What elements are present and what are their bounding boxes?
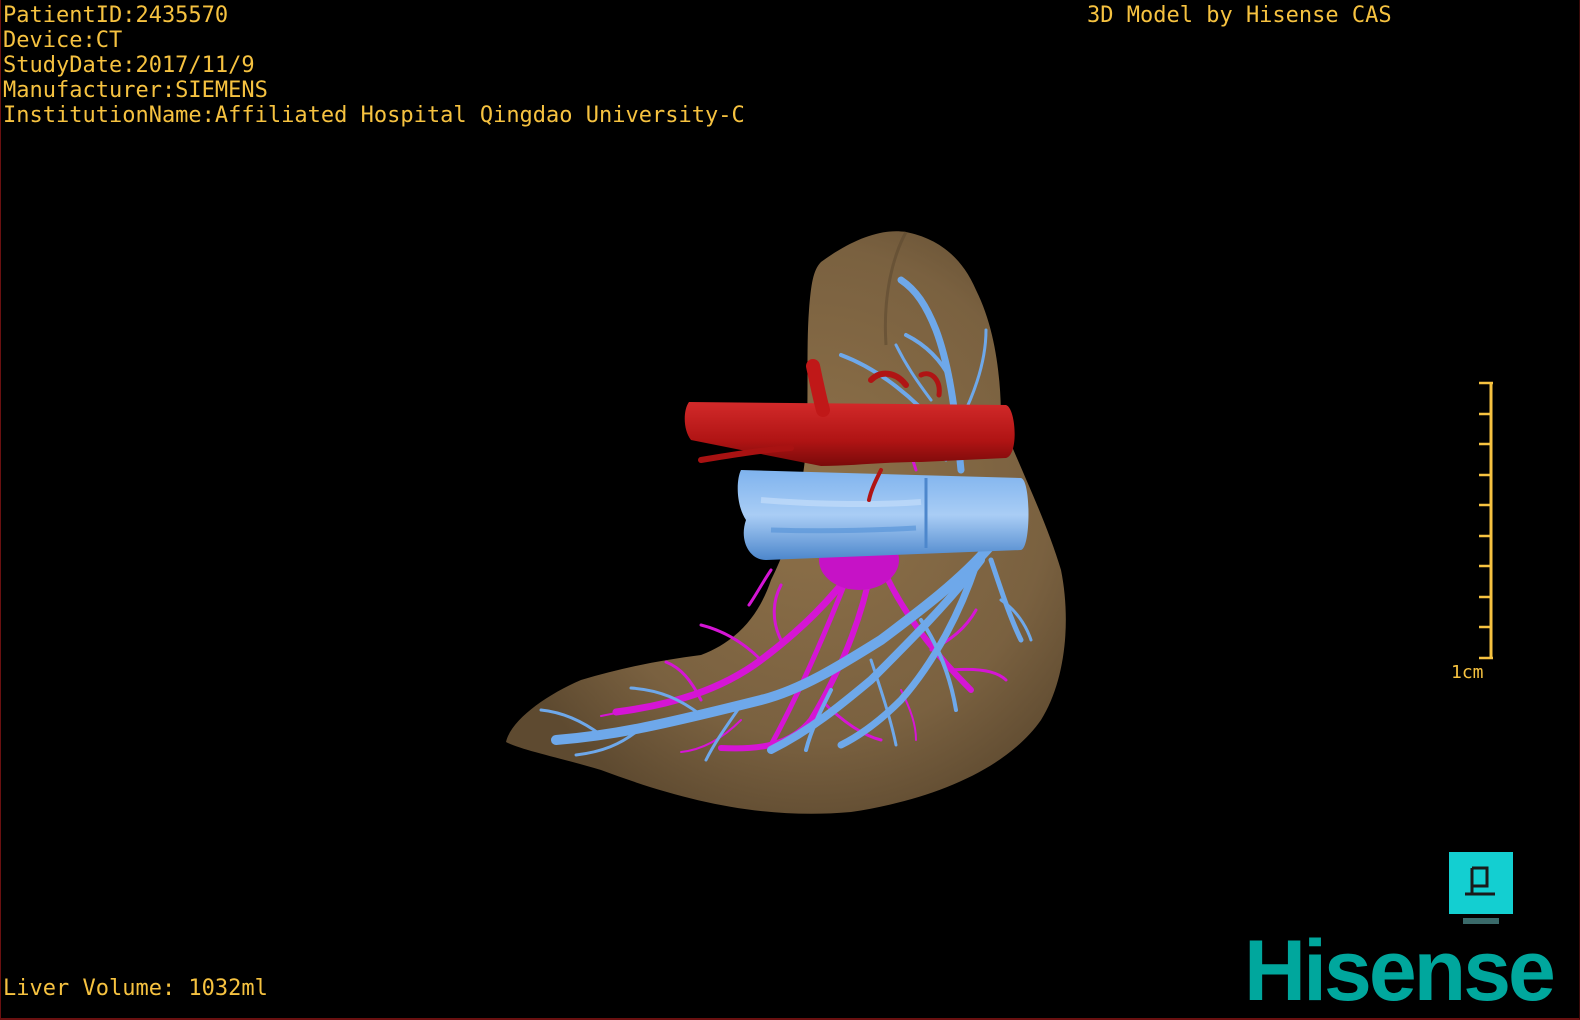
hisense-logo: Hisense xyxy=(1244,934,1579,1018)
liver-volume-label: Liver Volume: 1032ml xyxy=(3,976,268,1001)
3d-viewport[interactable]: PatientID:2435570 Device:CT StudyDate:20… xyxy=(0,0,1580,1020)
liver-3d-model[interactable] xyxy=(1,0,1580,1020)
hisense-logo-text: Hisense xyxy=(1244,934,1556,1018)
scale-bar xyxy=(1479,381,1493,660)
inferior-vena-cava xyxy=(737,470,1029,560)
scale-bar-label: 1cm xyxy=(1451,662,1484,683)
pin-icon[interactable] xyxy=(1449,852,1513,928)
